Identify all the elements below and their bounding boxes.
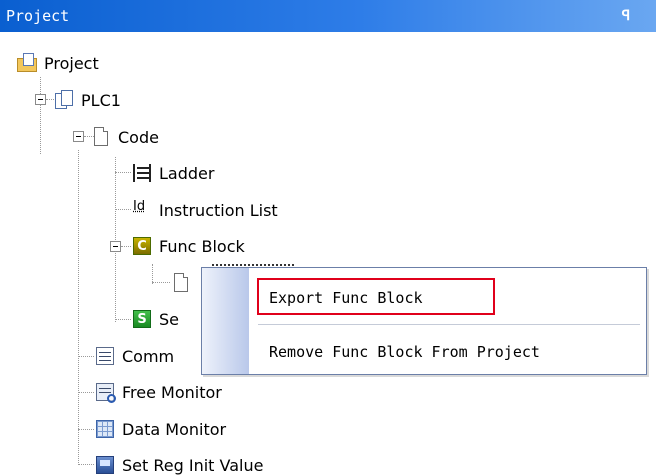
tree-node-instruction-list[interactable]: Id Instruction List: [131, 195, 278, 225]
tree-label-project: Project: [44, 53, 99, 73]
tree-node-project[interactable]: Project: [16, 48, 99, 78]
tree-line: [78, 464, 94, 465]
tree-line: [115, 209, 131, 210]
tree-node-free-monitor[interactable]: Free Monitor: [94, 377, 222, 407]
tree-line: [78, 429, 94, 430]
menu-item-remove-func-block[interactable]: Remove Func Block From Project: [249, 334, 646, 370]
free-monitor-icon: [94, 381, 116, 403]
tree-line: [78, 150, 79, 465]
ladder-icon: [131, 162, 153, 184]
context-menu: Export Func Block Remove Func Block From…: [201, 267, 647, 375]
tree-line: [152, 282, 170, 283]
tree-label-func-block: Func Block: [159, 236, 245, 256]
tree-label-code: Code: [118, 127, 159, 147]
tree-line: [121, 246, 131, 247]
tree-line: [78, 356, 94, 357]
comment-list-icon: [94, 345, 116, 367]
document-icon: [90, 126, 112, 148]
tree-label-ladder: Ladder: [159, 163, 215, 183]
tree-label-comment: Comm: [122, 346, 175, 366]
document-icon: [170, 272, 192, 294]
project-panel-titlebar: Project ꟼ: [0, 0, 656, 32]
tree-node-sequence[interactable]: S Se: [131, 304, 179, 334]
panel-title: Project: [6, 7, 70, 25]
collapse-toggle-func-block[interactable]: [110, 241, 121, 252]
func-block-icon: C: [131, 235, 153, 257]
register-icon: [94, 454, 116, 476]
tree-label-free-monitor: Free Monitor: [122, 382, 222, 402]
tree-label-plc1: PLC1: [81, 90, 121, 110]
tree-line: [115, 319, 131, 320]
pin-icon[interactable]: ꟼ: [618, 0, 634, 32]
tree-label-instruction-list: Instruction List: [159, 200, 278, 220]
tree-node-data-monitor[interactable]: Data Monitor: [94, 414, 226, 444]
tree-node-func-block-child[interactable]: [170, 268, 192, 298]
tree-label-data-monitor: Data Monitor: [122, 419, 227, 439]
menu-icon-strip: [202, 268, 249, 374]
tree-node-ladder[interactable]: Ladder: [131, 158, 214, 188]
instruction-list-icon: Id: [133, 199, 146, 214]
tree-label-sequence: Se: [159, 309, 179, 329]
tree-line: [115, 157, 116, 322]
project-icon: [16, 52, 38, 74]
tree-line: [115, 172, 131, 173]
sequence-icon: S: [131, 308, 153, 330]
tree-line: [40, 77, 41, 154]
tree-node-comment[interactable]: Comm: [94, 341, 174, 371]
project-tree: Project PLC1 Code Ladder Id Instruction …: [0, 32, 656, 476]
tree-line: [78, 392, 94, 393]
tree-node-plc1[interactable]: PLC1: [53, 85, 121, 115]
collapse-toggle-code[interactable]: [73, 131, 84, 142]
collapse-toggle-plc1[interactable]: [35, 94, 46, 105]
plc-icon: [53, 89, 75, 111]
menu-separator: [258, 324, 640, 325]
tree-node-code[interactable]: Code: [90, 122, 159, 152]
tree-node-func-block[interactable]: C Func Block: [131, 231, 245, 261]
tree-label-set-reg-init-value: Set Reg Init Value: [122, 455, 264, 475]
data-monitor-icon: [94, 418, 116, 440]
tree-node-set-reg-init-value[interactable]: Set Reg Init Value: [94, 450, 263, 476]
menu-item-export-func-block[interactable]: Export Func Block: [249, 280, 646, 316]
tree-line: [152, 264, 153, 284]
